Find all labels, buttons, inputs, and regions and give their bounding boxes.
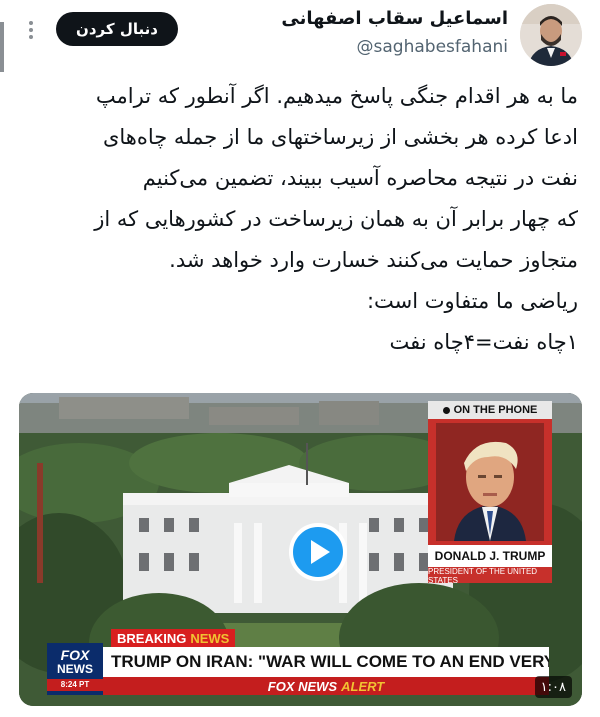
logo-time: 8:24 PT [47,679,103,691]
tweet-text: ما به هر اقدام جنگی پاسخ میدهیم. اگر آنط… [94,84,578,354]
portrait-title: PRESIDENT OF THE UNITED STATES [428,567,538,585]
logo-line1: FOX [60,647,90,663]
author-info: اسماعیل سقاب اصفهانی @saghabesfahani [281,6,508,60]
video-player[interactable]: ON THE PHONE DONALD J. TRUMP PRESIDENT O… [19,393,582,706]
logo-line2: NEWS [57,662,93,676]
more-options-icon-dot [29,28,33,32]
portrait-photo [436,423,544,541]
portrait-name: DONALD J. TRUMP [428,545,552,567]
more-options-icon [29,21,33,25]
video-duration: ۱:۰۸ [534,676,572,698]
fox-news-logo: FOX NEWS 8:24 PT [47,643,103,695]
portrait-image [436,423,544,541]
on-the-phone-text: ON THE PHONE [453,404,538,416]
fox-news-alert-bar: FOX NEWS ALERT [103,677,549,695]
more-options-icon-dot [29,35,33,39]
follow-button[interactable]: دنبال کردن [56,12,178,46]
on-the-phone-label: ON THE PHONE [428,401,552,419]
avatar-image [520,4,582,66]
scroll-edge-indicator [0,22,4,72]
author-handle[interactable]: @saghabesfahani [281,34,508,60]
phone-dot-icon [442,406,450,414]
alert-word: ALERT [341,678,385,694]
news-headline: TRUMP ON IRAN: "WAR WILL COME TO AN END … [103,647,549,677]
author-name[interactable]: اسماعیل سقاب اصفهانی [281,6,508,32]
phone-inset: ON THE PHONE DONALD J. TRUMP PRESIDENT O… [428,401,552,585]
more-options-button[interactable] [22,16,40,44]
breaking-news-tag: BREAKING NEWS [111,629,236,647]
avatar[interactable] [520,4,582,66]
breaking-text: BREAKING [117,630,187,646]
alert-brand: FOX NEWS [267,678,338,694]
play-icon [311,540,330,564]
play-button[interactable] [289,523,347,581]
breaking-news-text: NEWS [190,630,230,646]
